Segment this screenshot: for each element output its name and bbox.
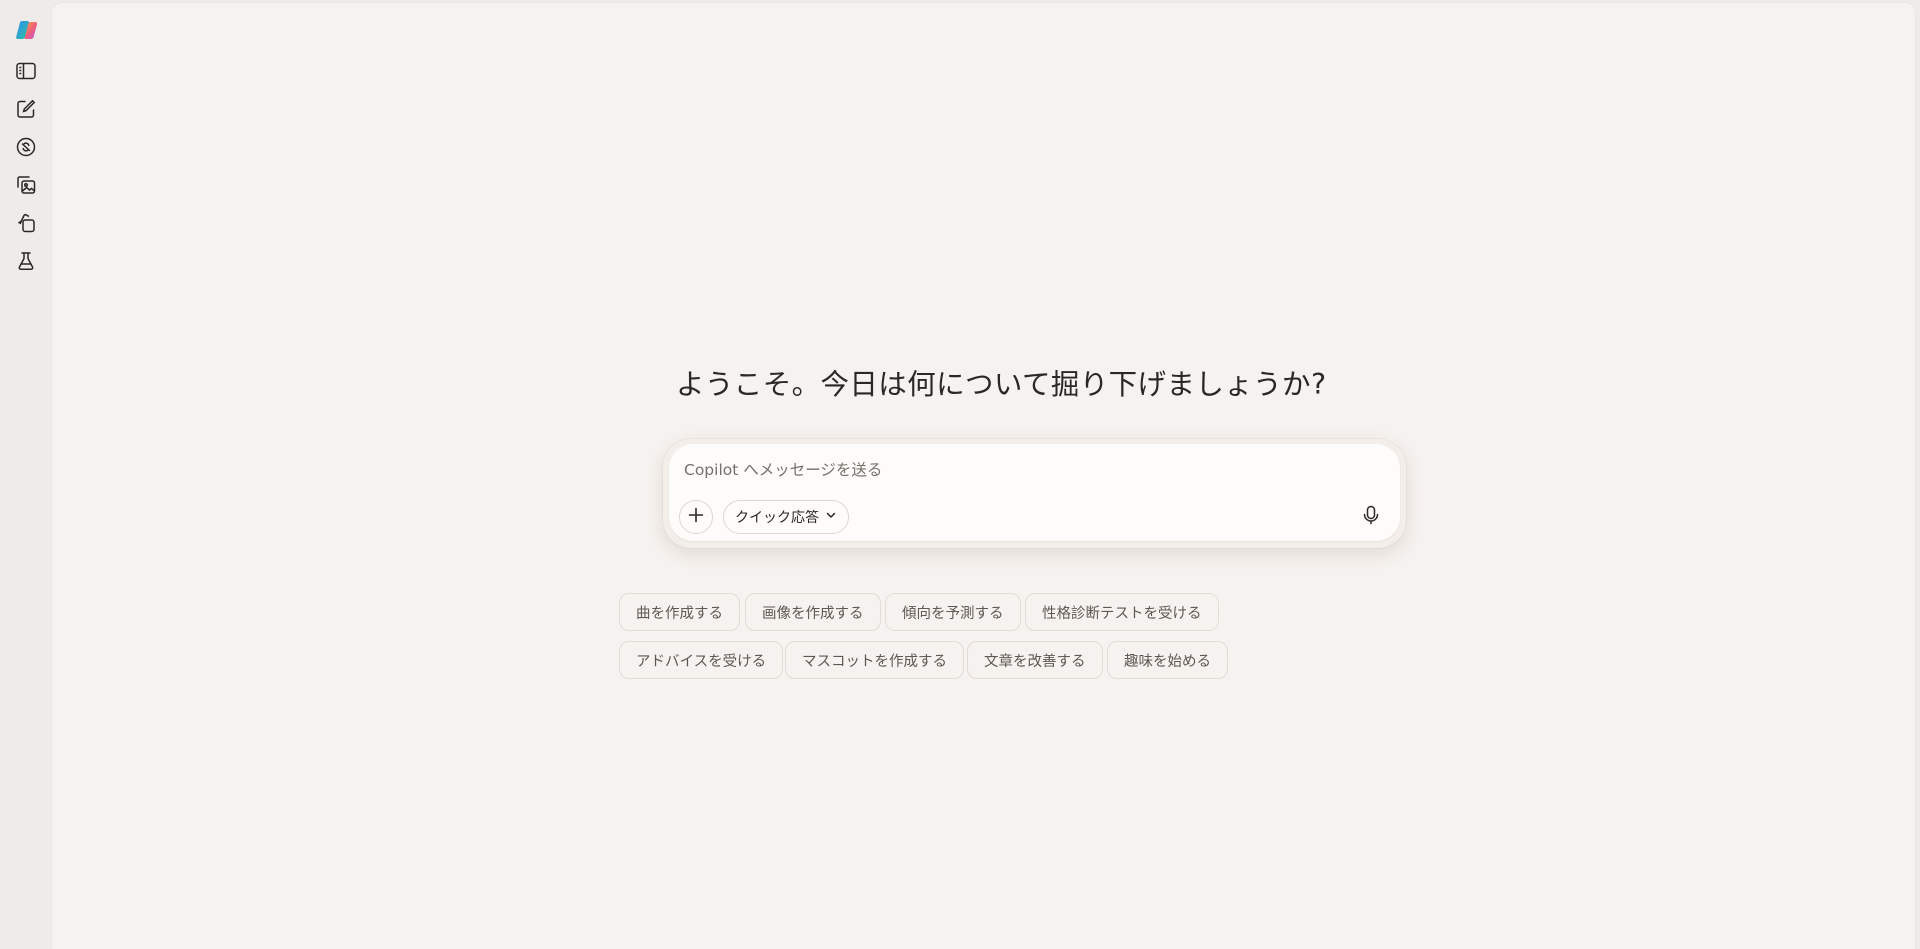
copilot-logo-button[interactable] — [11, 15, 41, 45]
response-mode-dropdown[interactable]: クイック応答 — [723, 500, 849, 534]
suggestion-chip[interactable]: 性格診断テストを受ける — [1025, 593, 1219, 631]
labs-button[interactable] — [11, 246, 41, 276]
suggestion-chip[interactable]: マスコットを作成する — [785, 641, 964, 679]
labs-icon — [15, 250, 37, 272]
sidebar-toggle-button[interactable] — [11, 56, 41, 86]
new-chat-icon — [15, 98, 37, 120]
sidebar-rail — [0, 0, 52, 949]
voice-input-button[interactable] — [1355, 501, 1387, 533]
response-mode-label: クイック応答 — [735, 510, 819, 526]
suggestion-chip[interactable]: 画像を作成する — [745, 593, 881, 631]
suggestion-chip[interactable]: アドバイスを受ける — [619, 641, 784, 679]
pages-button[interactable] — [11, 208, 41, 238]
message-composer: クイック応答 — [669, 444, 1400, 541]
welcome-headline: ようこそ。今日は何について掘り下げましょうか? — [676, 368, 1327, 401]
suggestion-chip[interactable]: 傾向を予測する — [885, 593, 1021, 631]
pages-icon — [15, 212, 37, 234]
sidebar-toggle-icon — [15, 60, 37, 82]
main-panel: ようこそ。今日は何について掘り下げましょうか? クイック応答 — [52, 3, 1915, 949]
plus-icon — [687, 506, 705, 528]
image-gallery-icon — [15, 174, 37, 196]
microphone-icon — [1360, 504, 1382, 530]
suggestion-chip[interactable]: 曲を作成する — [619, 593, 740, 631]
suggestion-chip[interactable]: 趣味を始める — [1107, 641, 1228, 679]
chevron-down-icon — [825, 509, 837, 525]
message-input[interactable] — [684, 458, 1334, 482]
discover-icon — [15, 136, 37, 158]
image-gallery-button[interactable] — [11, 170, 41, 200]
new-chat-button[interactable] — [11, 94, 41, 124]
suggestion-chip[interactable]: 文章を改善する — [967, 641, 1103, 679]
add-attachment-button[interactable] — [679, 500, 713, 534]
discover-button[interactable] — [11, 132, 41, 162]
copilot-app: ようこそ。今日は何について掘り下げましょうか? クイック応答 — [0, 0, 1920, 949]
copilot-logo-icon — [14, 18, 38, 42]
